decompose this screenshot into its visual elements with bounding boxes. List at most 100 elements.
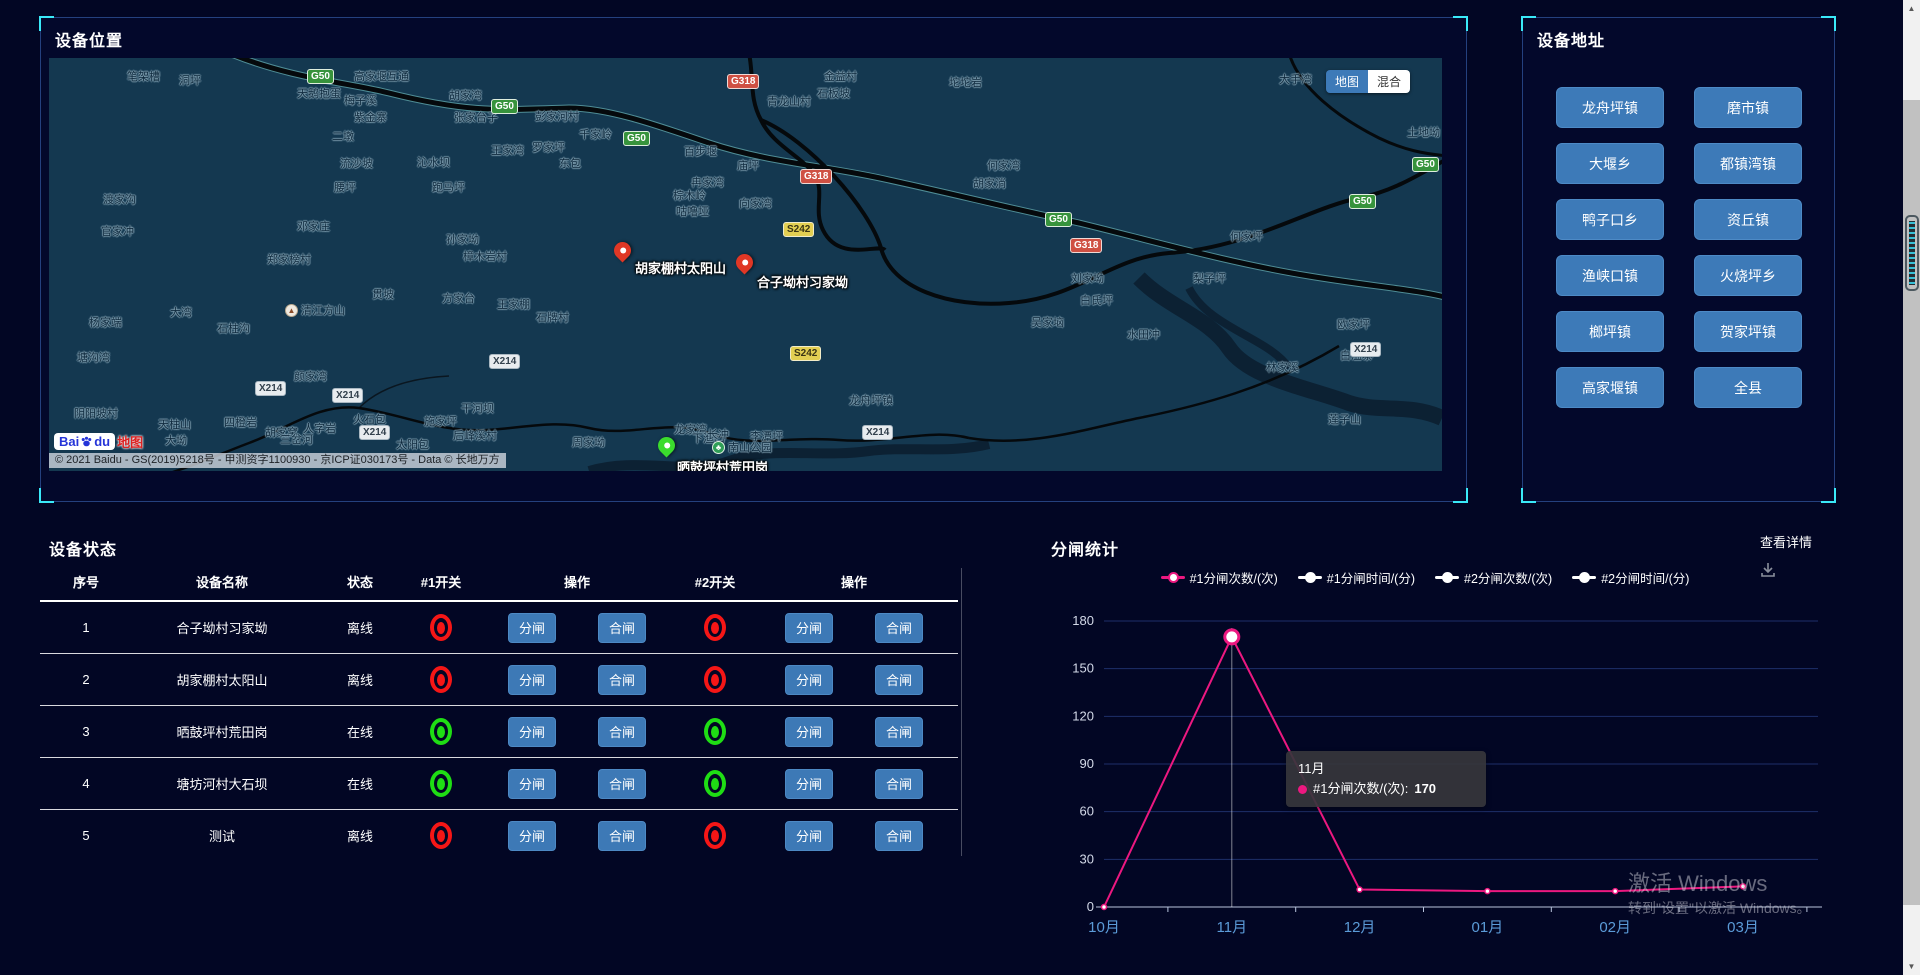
chart-tooltip: 11月 #1分闸次数/(次): 170 [1286,751,1486,807]
map-place-label: 流沙坡 [340,155,373,171]
map-place-label: 大手湾 [1279,71,1312,87]
svg-text:90: 90 [1080,756,1094,771]
map-place-label: 高家堰互通 [354,68,409,84]
map-place-label: 林家溪 [1266,359,1299,375]
address-button-磨市镇[interactable]: 磨市镇 [1694,87,1802,128]
view-details-link[interactable]: 查看详情 [1760,532,1812,551]
map-place-label: 白氏坪 [1080,292,1113,308]
road-shield-G318: G318 [1070,238,1102,253]
device-marker-label: 胡家棚村太阳山 [635,258,726,277]
table-row: 1合子坳村习家坳离线分闸合闸分闸合闸 [40,602,958,654]
row-index: 1 [40,620,132,635]
device-location-title: 设备位置 [55,27,123,51]
scroll-widget[interactable] [1905,215,1919,291]
scrollbar-up-arrow[interactable]: ▲ [1903,4,1920,13]
map-place-label: 彭家河村 [535,108,579,124]
address-button-榔坪镇[interactable]: 榔坪镇 [1556,311,1664,352]
tooltip-title: 11月 [1298,759,1474,779]
scrollbar-down-arrow[interactable]: ▼ [1903,962,1920,971]
close-switch-button[interactable]: 合闸 [598,717,646,747]
close-switch-button[interactable]: 合闸 [875,717,923,747]
address-button-渔峡口镇[interactable]: 渔峡口镇 [1556,255,1664,296]
address-button-高家堰镇[interactable]: 高家堰镇 [1556,367,1664,408]
map-type-mixed-button[interactable]: 混合 [1368,70,1410,93]
close-switch-button[interactable]: 合闸 [598,665,646,695]
legend-marker [1572,576,1596,579]
map-place-label: 渡家沟 [103,191,136,207]
svg-text:30: 30 [1080,851,1094,866]
device-address-panel: 设备地址 龙舟坪镇磨市镇大堰乡都镇湾镇鸭子口乡资丘镇渔峡口镇火烧坪乡榔坪镇贺家坪… [1522,17,1835,502]
close-switch-button[interactable]: 合闸 [598,613,646,643]
address-button-鸭子口乡[interactable]: 鸭子口乡 [1556,199,1664,240]
road-shield-X214: X214 [255,381,286,396]
device-name: 晒鼓坪村荒田岗 [132,722,312,741]
svg-text:60: 60 [1080,804,1094,819]
address-button-贺家坪镇[interactable]: 贺家坪镇 [1694,311,1802,352]
activate-windows-watermark-hint: 转到"设置"以激活 Windows。 [1628,898,1811,918]
corner-decoration [1821,16,1836,31]
map-type-map-button[interactable]: 地图 [1326,70,1368,93]
baidu-map[interactable]: 笔架槽洞坪天鹅抱蛋胡家湾高家堰互通梅子溪紫金寨张家台子彭家河村金益村石板坡坨坨岩… [49,58,1442,471]
baidu-logo-bai: Bai [59,434,79,449]
column-header: 操作 [474,572,680,591]
map-place-label: 二墩 [332,128,354,144]
address-button-大堰乡[interactable]: 大堰乡 [1556,143,1664,184]
corner-decoration [1821,488,1836,503]
page-scrollbar[interactable]: ▲ ▼ [1903,0,1920,975]
map-place-label: 梨子坪 [1193,270,1226,286]
open-switch-button[interactable]: 分闸 [785,821,833,851]
map-place-label: 吴家垴 [1031,314,1064,330]
open-switch-button[interactable]: 分闸 [785,613,833,643]
map-place-label: 石板坡 [817,85,850,101]
open-switch-button[interactable]: 分闸 [508,821,556,851]
address-button-火烧坪乡[interactable]: 火烧坪乡 [1694,255,1802,296]
map-place-label: 天柱山 [158,416,191,432]
baidu-logo-du: du [94,434,110,449]
open-switch-button[interactable]: 分闸 [508,665,556,695]
address-button-资丘镇[interactable]: 资丘镇 [1694,199,1802,240]
open-switch-button[interactable]: 分闸 [785,769,833,799]
close-switch-button[interactable]: 合闸 [875,821,923,851]
road-shield-X214: X214 [489,354,520,369]
address-button-全县[interactable]: 全县 [1694,367,1802,408]
address-button-龙舟坪镇[interactable]: 龙舟坪镇 [1556,87,1664,128]
close-switch-button[interactable]: 合闸 [875,613,923,643]
legend-item[interactable]: #2分闸时间/(分) [1572,568,1689,587]
map-place-label: 颜家湾 [294,368,327,384]
device-location-panel: 设备位置 笔架槽洞坪天鹅抱蛋胡家湾高家堰互通梅子溪紫金寨张家台子彭家河村金益村 [40,17,1467,502]
open-switch-button[interactable]: 分闸 [508,769,556,799]
open-switch-button[interactable]: 分闸 [508,613,556,643]
corner-decoration [1521,488,1536,503]
open-switch-button[interactable]: 分闸 [785,665,833,695]
map-place-label: 邓家庄 [297,218,330,234]
map-place-label: 百步堰 [684,143,717,159]
road-shield-G50: G50 [491,99,518,114]
open-switch-button[interactable]: 分闸 [785,717,833,747]
row-index: 5 [40,828,132,843]
map-place-label: 干河坝 [461,400,494,416]
close-switch-button[interactable]: 合闸 [875,665,923,695]
device-status: 离线 [312,670,408,689]
close-switch-button[interactable]: 合闸 [598,769,646,799]
table-row: 2胡家棚村太阳山离线分闸合闸分闸合闸 [40,654,958,706]
svg-text:180: 180 [1072,613,1094,628]
map-place-label: 龙舟坪镇 [849,392,893,408]
close-switch-button[interactable]: 合闸 [875,769,923,799]
legend-item[interactable]: #1分闸次数/(次) [1161,568,1278,587]
map-place-label: 石牌村 [536,309,569,325]
road-shield-G318: G318 [727,74,759,89]
switch-indicator-green [704,770,726,797]
row-index: 4 [40,776,132,791]
close-switch-button[interactable]: 合闸 [598,821,646,851]
open-switch-button[interactable]: 分闸 [508,717,556,747]
address-button-都镇湾镇[interactable]: 都镇湾镇 [1694,143,1802,184]
map-place-label: 土地坳 [1407,124,1440,140]
baidu-paw-icon [80,435,93,448]
map-place-label: 大坳 [165,432,187,448]
legend-item[interactable]: #1分闸时间/(分) [1298,568,1415,587]
map-place-label: 笔架槽 [127,68,160,84]
legend-item[interactable]: #2分闸次数/(次) [1435,568,1552,587]
svg-text:10月: 10月 [1088,919,1120,936]
legend-marker [1298,576,1322,579]
svg-text:150: 150 [1072,661,1094,676]
